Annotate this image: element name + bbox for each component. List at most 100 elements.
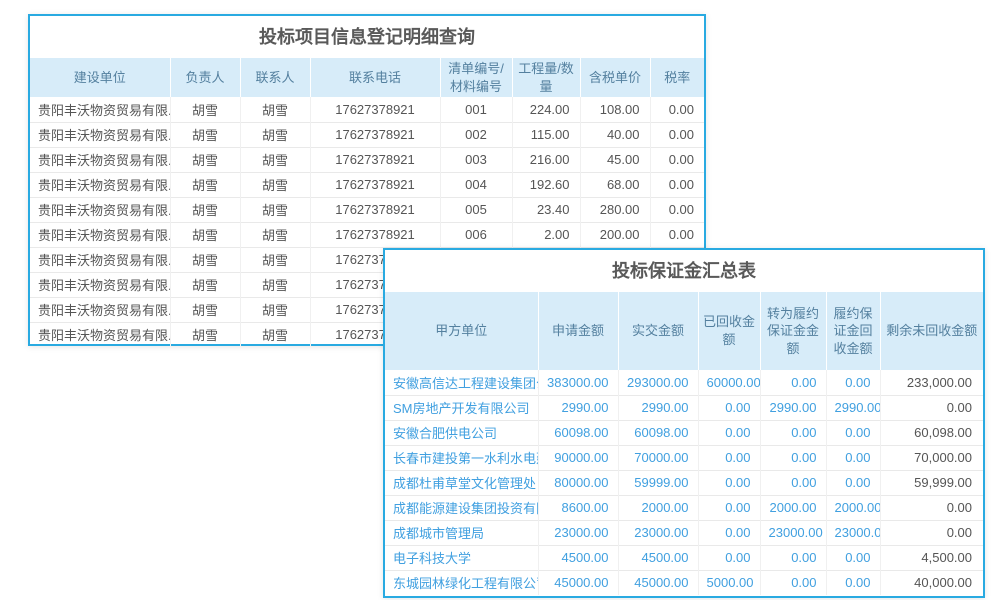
table-row: SM房地产开发有限公司2990.002990.000.002990.002990… [385,395,983,420]
table-cell: 0.00 [760,420,826,445]
column-header: 含税单价 [580,58,650,97]
table-cell: 17627378921 [310,97,440,122]
table-cell: 002 [440,122,512,147]
table-cell: 胡雪 [240,322,310,347]
table-cell: 贵阳丰沃物资贸易有限... [30,147,170,172]
table-cell: 0.00 [650,172,704,197]
table-cell: 胡雪 [170,297,240,322]
table-cell: 胡雪 [170,97,240,122]
table-cell: 2990.00 [826,395,880,420]
table-cell: 胡雪 [240,147,310,172]
table-cell: 胡雪 [240,172,310,197]
table-cell: 0.00 [826,370,880,395]
table-cell: 60098.00 [538,420,618,445]
table-cell: 0.00 [698,395,760,420]
table-cell: SM房地产开发有限公司 [385,395,538,420]
column-header: 负责人 [170,58,240,97]
table-cell: 贵阳丰沃物资贸易有限... [30,297,170,322]
table-cell: 17627378921 [310,122,440,147]
table-cell: 293000.00 [618,370,698,395]
table-cell: 胡雪 [240,272,310,297]
column-header: 清单编号/材料编号 [440,58,512,97]
table-cell: 0.00 [760,370,826,395]
table-cell: 胡雪 [240,197,310,222]
column-header: 工程量/数量 [512,58,580,97]
table-cell: 23000.00 [538,520,618,545]
table-cell: 成都城市管理局 [385,520,538,545]
table-cell: 70000.00 [618,445,698,470]
table-cell: 108.00 [580,97,650,122]
header-row: 建设单位负责人联系人联系电话清单编号/材料编号工程量/数量含税单价税率 [30,58,704,97]
table-cell: 安徽合肥供电公司 [385,420,538,445]
table-cell: 006 [440,222,512,247]
table-cell: 45.00 [580,147,650,172]
table-cell: 胡雪 [240,122,310,147]
table-cell: 胡雪 [170,122,240,147]
table-cell: 0.00 [698,445,760,470]
table-row: 成都能源建设集团投资有限公8600.002000.000.002000.0020… [385,495,983,520]
column-header: 履约保证金回收金额 [826,292,880,370]
table-cell: 胡雪 [170,272,240,297]
table-cell: 贵阳丰沃物资贸易有限... [30,97,170,122]
table-cell: 216.00 [512,147,580,172]
table-cell: 0.00 [698,470,760,495]
table-cell: 200.00 [580,222,650,247]
table-cell: 40.00 [580,122,650,147]
table-row: 贵阳丰沃物资贸易有限...胡雪胡雪176273789210062.00200.0… [30,222,704,247]
table-cell: 胡雪 [170,147,240,172]
table-cell: 90000.00 [538,445,618,470]
table-cell: 45000.00 [618,570,698,595]
table-cell: 2990.00 [618,395,698,420]
table-row: 东城园林绿化工程有限公司45000.0045000.005000.000.000… [385,570,983,595]
table-cell: 005 [440,197,512,222]
table-cell: 2000.00 [618,495,698,520]
column-header: 税率 [650,58,704,97]
table-cell: 0.00 [650,197,704,222]
table-cell: 贵阳丰沃物资贸易有限... [30,272,170,297]
table-cell: 70,000.00 [880,445,983,470]
table-cell: 0.00 [650,97,704,122]
table-cell: 8600.00 [538,495,618,520]
table-cell: 0.00 [698,520,760,545]
table-cell: 0.00 [826,445,880,470]
table-cell: 17627378921 [310,147,440,172]
table-cell: 胡雪 [170,222,240,247]
column-header: 甲方单位 [385,292,538,370]
table-cell: 0.00 [880,495,983,520]
table-cell: 贵阳丰沃物资贸易有限... [30,247,170,272]
table-cell: 115.00 [512,122,580,147]
table-cell: 4500.00 [538,545,618,570]
table-row: 贵阳丰沃物资贸易有限...胡雪胡雪17627378921003216.0045.… [30,147,704,172]
table-cell: 贵阳丰沃物资贸易有限... [30,197,170,222]
table-cell: 004 [440,172,512,197]
table-cell: 2.00 [512,222,580,247]
table-cell: 0.00 [826,470,880,495]
table-cell: 59999.00 [618,470,698,495]
table-row: 安徽高信达工程建设集团公司383000.00293000.0060000.000… [385,370,983,395]
header-row: 甲方单位申请金额实交金额已回收金额转为履约保证金金额履约保证金回收金额剩余未回收… [385,292,983,370]
table-cell: 0.00 [698,495,760,520]
bid-project-detail-title: 投标项目信息登记明细查询 [30,16,704,58]
table-cell: 59,999.00 [880,470,983,495]
column-header: 已回收金额 [698,292,760,370]
table-cell: 胡雪 [240,247,310,272]
table-row: 贵阳丰沃物资贸易有限...胡雪胡雪1762737892100523.40280.… [30,197,704,222]
table-cell: 0.00 [826,545,880,570]
table-cell: 2000.00 [826,495,880,520]
table-cell: 4,500.00 [880,545,983,570]
table-row: 成都城市管理局23000.0023000.000.0023000.0023000… [385,520,983,545]
table-cell: 0.00 [826,570,880,595]
table-cell: 192.60 [512,172,580,197]
table-cell: 17627378921 [310,197,440,222]
table-cell: 17627378921 [310,172,440,197]
table-cell: 0.00 [880,395,983,420]
table-row: 成都杜甫草堂文化管理处80000.0059999.000.000.000.005… [385,470,983,495]
table-cell: 胡雪 [170,247,240,272]
table-cell: 0.00 [698,545,760,570]
table-cell: 成都杜甫草堂文化管理处 [385,470,538,495]
table-cell: 电子科技大学 [385,545,538,570]
table-cell: 40,000.00 [880,570,983,595]
column-header: 剩余未回收金额 [880,292,983,370]
table-cell: 胡雪 [240,222,310,247]
table-cell: 383000.00 [538,370,618,395]
